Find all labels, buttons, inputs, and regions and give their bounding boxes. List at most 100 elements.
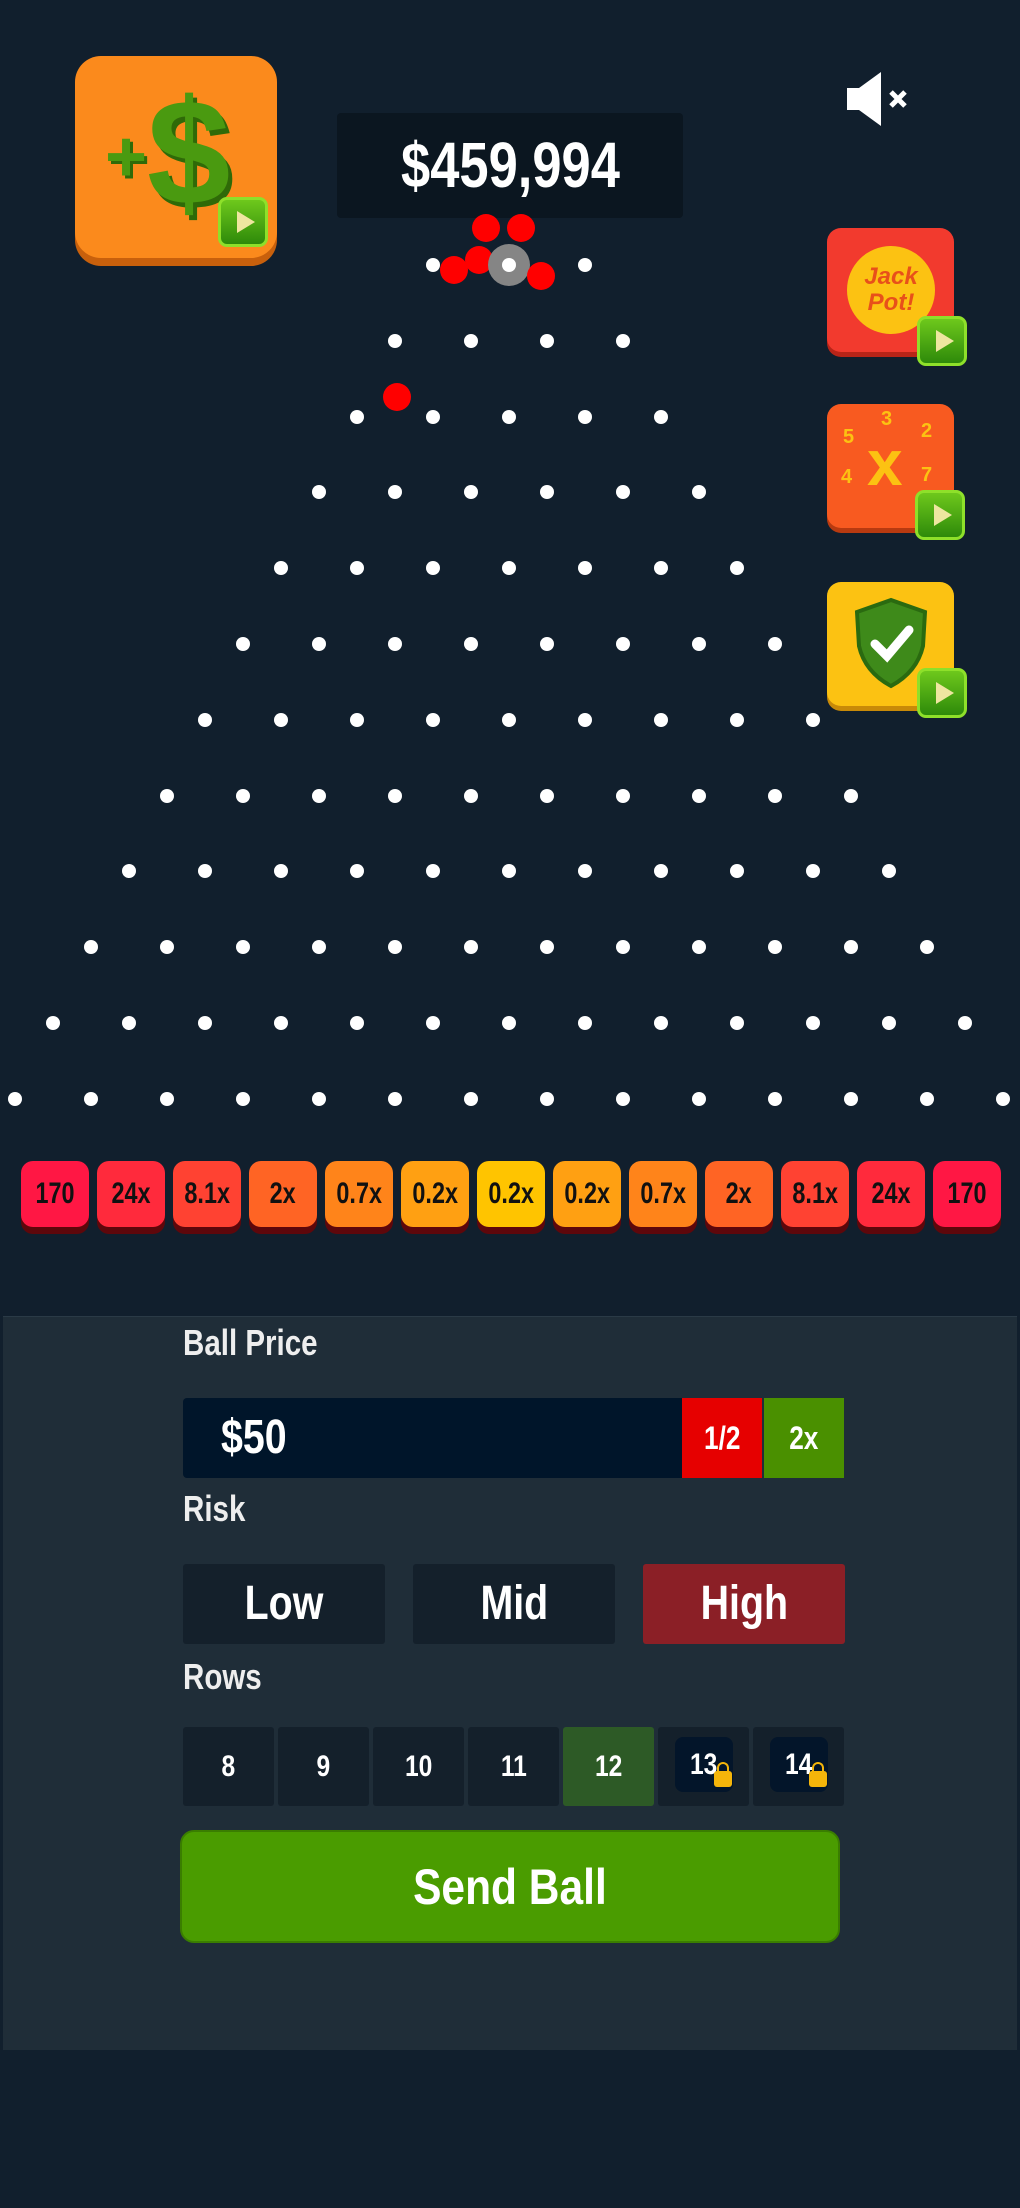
peg [578,712,592,727]
multiplier-slot: 24x [857,1161,925,1227]
peg [768,940,782,955]
peg [578,409,592,424]
peg [616,485,630,500]
peg [616,940,630,955]
peg [996,1091,1010,1106]
peg [616,637,630,651]
number: 3 [881,408,893,430]
shield-button[interactable] [827,582,967,718]
peg [502,561,516,576]
peg [692,788,706,803]
peg [388,788,402,803]
peg [844,940,858,955]
number: 7 [921,464,933,486]
ball [472,214,500,242]
peg [274,864,288,879]
peg [236,788,250,803]
peg [844,788,858,803]
rows-option-8[interactable]: 8 [183,1727,274,1806]
multiplier-slot: 0.2x [477,1161,545,1227]
peg [312,788,326,803]
peg [540,788,554,803]
peg [122,1016,136,1030]
risk-low-button[interactable]: Low [183,1564,385,1644]
add-money-button[interactable]: + $ [75,56,277,258]
balance-display: $459,994 [337,113,683,218]
plus-icon: + [105,117,148,197]
ball [440,256,468,284]
ball [507,214,535,242]
peg [160,940,174,955]
number: 4 [841,466,853,488]
peg [388,1091,402,1106]
peg [312,1091,326,1106]
rows-option-12[interactable]: 12 [563,1727,654,1806]
peg [844,1091,858,1106]
rows-option-9[interactable]: 9 [278,1727,369,1806]
multiplier-slot: 170 [21,1161,89,1227]
speaker-muted-icon[interactable] [845,70,915,128]
peg [426,1016,440,1030]
peg [236,1091,250,1106]
peg [274,712,288,727]
multiplier-bonus-button[interactable]: x 5 3 2 4 7 [827,404,965,540]
peg [426,409,440,424]
rows-option-11[interactable]: 11 [468,1727,559,1806]
half-price-button[interactable]: 1/2 [682,1398,762,1478]
peg [8,1091,22,1106]
rows-option-14[interactable]: 14 [753,1727,844,1806]
peg [730,712,744,727]
peg [350,864,364,879]
multiplier-slot: 24x [97,1161,165,1227]
peg [540,637,554,651]
peg [502,1016,516,1030]
peg [312,940,326,955]
peg [806,712,820,727]
rows-option-10[interactable]: 10 [373,1727,464,1806]
number: 5 [843,426,855,448]
lock-icon [809,1762,827,1787]
peg [540,1091,554,1106]
peg [692,1091,706,1106]
peg [426,864,440,879]
peg [502,864,516,879]
peg [920,940,934,955]
peg [160,788,174,803]
rows-option-13[interactable]: 13 [658,1727,749,1806]
peg [350,561,364,576]
multiplier-slot: 170 [933,1161,1001,1227]
peg [388,940,402,955]
peg [198,864,212,879]
multiplier-slot: 0.2x [401,1161,469,1227]
double-price-button[interactable]: 2x [764,1398,844,1478]
risk-mid-button[interactable]: Mid [413,1564,615,1644]
peg [464,940,478,955]
multiplier-x-icon: x [867,427,903,499]
peg [198,1016,212,1030]
peg [350,712,364,727]
peg [882,1016,896,1030]
number: 2 [921,420,933,442]
risk-label: Risk [183,1488,246,1529]
peg [958,1016,972,1030]
peg [122,864,136,879]
peg [654,864,668,879]
rows-label: Rows [183,1656,262,1697]
peg [654,1016,668,1030]
peg [730,561,744,576]
peg-hit [488,244,530,286]
jackpot-button[interactable]: Jack Pot! [827,228,967,366]
peg [806,1016,820,1030]
ball-price-input[interactable]: $50 [183,1398,682,1478]
peg [502,712,516,727]
peg [236,637,250,651]
risk-high-button[interactable]: High [643,1564,845,1644]
peg [388,333,402,348]
peg [312,485,326,500]
send-ball-button[interactable]: Send Ball [180,1830,840,1943]
peg [198,712,212,727]
play-icon [915,490,965,540]
peg [540,940,554,955]
peg [312,637,326,651]
peg [730,1016,744,1030]
